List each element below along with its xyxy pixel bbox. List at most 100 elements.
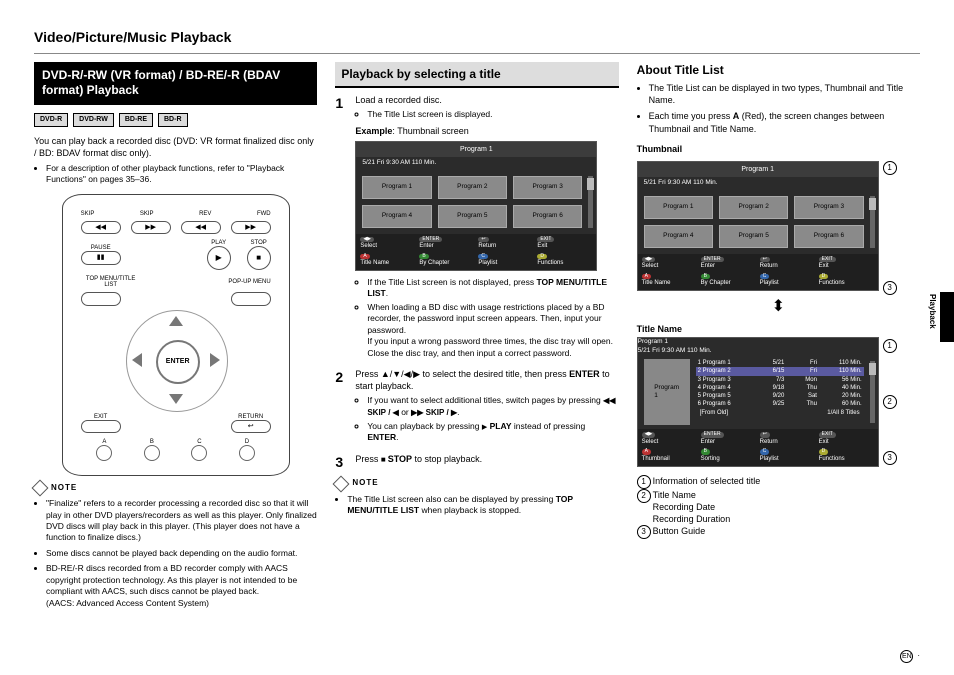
switch-arrow-icon: ⬍	[637, 299, 920, 315]
dpad-up-icon[interactable]	[169, 316, 183, 326]
step3-text: Press	[355, 454, 381, 464]
label-popup: POP-UP MENU	[221, 279, 271, 285]
b-button[interactable]	[144, 445, 160, 461]
popup-button[interactable]	[231, 292, 271, 305]
scrollbar[interactable]	[870, 196, 875, 248]
thumb-cell[interactable]: Program 5	[719, 225, 788, 248]
dpad-down-icon[interactable]	[169, 394, 183, 404]
thumb-cell[interactable]: Program 4	[362, 205, 431, 228]
step3-text: to stop playback.	[412, 454, 482, 464]
badge-dvdr: DVD-R	[34, 113, 68, 126]
col2-note: The Title List screen also can be displa…	[347, 494, 618, 517]
thumb-cell[interactable]: Program 2	[719, 196, 788, 219]
dpad[interactable]: ENTER	[126, 310, 226, 410]
step1-after2: When loading a BD disc with usage restri…	[367, 302, 618, 359]
button-guide: ◀▶Select ENTEREnter ↩Return EXITExit ATi…	[356, 234, 596, 270]
step-1: 1 Load a recorded disc. The Title List s…	[335, 94, 618, 362]
exit-button[interactable]	[81, 420, 121, 433]
scrollbar[interactable]	[588, 176, 593, 228]
intro-bullet: For a description of other playback func…	[46, 163, 317, 186]
pause-button[interactable]: ▮▮	[81, 251, 121, 264]
badge-dvdrw: DVD-RW	[73, 113, 114, 126]
col-left: DVD-R/-RW (VR format) / BD-RE/-R (BDAV f…	[34, 62, 317, 613]
thumb-cell[interactable]: Program 5	[438, 205, 507, 228]
thumb-cell[interactable]: Program 3	[513, 176, 582, 199]
legend: 1Information of selected title 2Title Na…	[637, 475, 920, 539]
label-d: D	[239, 439, 255, 445]
label-play: PLAY	[207, 240, 231, 246]
badge-bdre: BD-RE	[119, 113, 153, 126]
scrollbar[interactable]	[870, 361, 875, 423]
return-button[interactable]: ↩	[231, 420, 271, 433]
example-text: Thumbnail screen	[397, 126, 469, 136]
thumb-cell[interactable]: Program 6	[513, 205, 582, 228]
label-skip: SKIP	[81, 211, 95, 217]
thumb-cell[interactable]: Program 3	[794, 196, 863, 219]
badge-bdr: BD-R	[158, 113, 188, 126]
about-title: About Title List	[637, 62, 920, 78]
tb-title: Program 1	[638, 162, 878, 177]
thumb-cell[interactable]: Program 1	[362, 176, 431, 199]
note-item: "Finalize" refers to a recorder processi…	[46, 498, 317, 544]
skip-fwd-button[interactable]: ▶▶	[131, 221, 171, 234]
label-skip: SKIP	[140, 211, 154, 217]
page-number: EN·	[900, 650, 920, 663]
label-rev: REV	[199, 211, 211, 217]
side-tab	[940, 292, 954, 342]
about-b1: The Title List can be displayed in two t…	[649, 82, 920, 106]
fwd-button[interactable]: ▶▶	[231, 221, 271, 234]
title-name-screen: Program 1 5/21 Fri 9:30 AM 110 Min. Prog…	[637, 337, 879, 467]
table-row[interactable]: 5 Program 59/20Sat20 Min.	[696, 392, 864, 400]
stop-text: STOP	[388, 454, 412, 464]
thumb-cell[interactable]: Program 6	[794, 225, 863, 248]
table-row[interactable]: 2 Program 26/15Fri110 Min.	[696, 367, 864, 375]
label-exit: EXIT	[81, 414, 121, 420]
dpad-right-icon[interactable]	[210, 353, 220, 367]
rev-button[interactable]: ◀◀	[181, 221, 221, 234]
dpad-left-icon[interactable]	[132, 353, 142, 367]
col-middle: Playback by selecting a title 1 Load a r…	[335, 62, 618, 613]
thumb-cell[interactable]: Program 4	[644, 225, 713, 248]
label-return: RETURN	[231, 414, 271, 420]
col1-notes: "Finalize" refers to a recorder processi…	[34, 498, 317, 609]
title-rows: 1 Program 15/21Fri110 Min. 2 Program 26/…	[696, 359, 864, 425]
thumbnail-screen-2: Program 1 5/21 Fri 9:30 AM 110 Min. Prog…	[637, 161, 879, 291]
a-button[interactable]	[96, 445, 112, 461]
step-2: 2 Press ▲/▼/◀/▶ to select the desired ti…	[335, 368, 618, 447]
disc-badges: DVD-R DVD-RW BD-RE BD-R	[34, 113, 317, 126]
page-title: Video/Picture/Music Playback	[34, 28, 920, 47]
c-button[interactable]	[191, 445, 207, 461]
stop-button[interactable]: ■	[247, 246, 271, 270]
tb-info: 5/21 Fri 9:30 AM 110 Min.	[638, 347, 878, 356]
example-label: Example	[355, 126, 392, 136]
enter-button[interactable]: ENTER	[156, 340, 200, 384]
label-stop: STOP	[247, 240, 271, 246]
thumb-cell[interactable]: Program 1	[644, 196, 713, 219]
topmenu-button[interactable]	[81, 292, 121, 305]
subsection-header: Playback by selecting a title	[335, 62, 618, 88]
d-button[interactable]	[239, 445, 255, 461]
table-row[interactable]: 3 Program 37/3Mon56 Min.	[696, 376, 864, 384]
annotation-nums: 1 3	[879, 157, 899, 297]
section-header: DVD-R/-RW (VR format) / BD-RE/-R (BDAV f…	[34, 62, 317, 105]
thumb-cell[interactable]: Program 2	[438, 176, 507, 199]
table-row[interactable]: 4 Program 49/18Thu40 Min.	[696, 384, 864, 392]
legend-2: Title Name Recording Date Recording Dura…	[653, 489, 731, 525]
step-3: 3 Press STOP to stop playback.	[335, 453, 618, 472]
label-c: C	[191, 439, 207, 445]
step1-bullet: The Title List screen is displayed.	[367, 109, 618, 120]
note-item: Some discs cannot be played back dependi…	[46, 548, 317, 559]
titlename-label: Title Name	[637, 323, 920, 335]
skip-back-button[interactable]: ◀◀	[81, 221, 121, 234]
table-row[interactable]: 6 Program 69/25Thu60 Min.	[696, 400, 864, 408]
side-label: Playback	[926, 294, 937, 329]
label-topmenu: TOP MENU/TITLE LIST	[81, 276, 141, 288]
intro-text: You can play back a recorded disc (DVD: …	[34, 135, 317, 159]
tb-title: Program 1	[356, 142, 596, 157]
step1-after1: If the Title List screen is not displaye…	[367, 277, 618, 300]
legend-3: Button Guide	[653, 526, 706, 536]
step2-text: Press	[355, 369, 381, 379]
selected-thumb: Program1	[644, 359, 690, 425]
tb-title: Program 1	[638, 338, 878, 347]
play-button[interactable]: ▶	[207, 246, 231, 270]
